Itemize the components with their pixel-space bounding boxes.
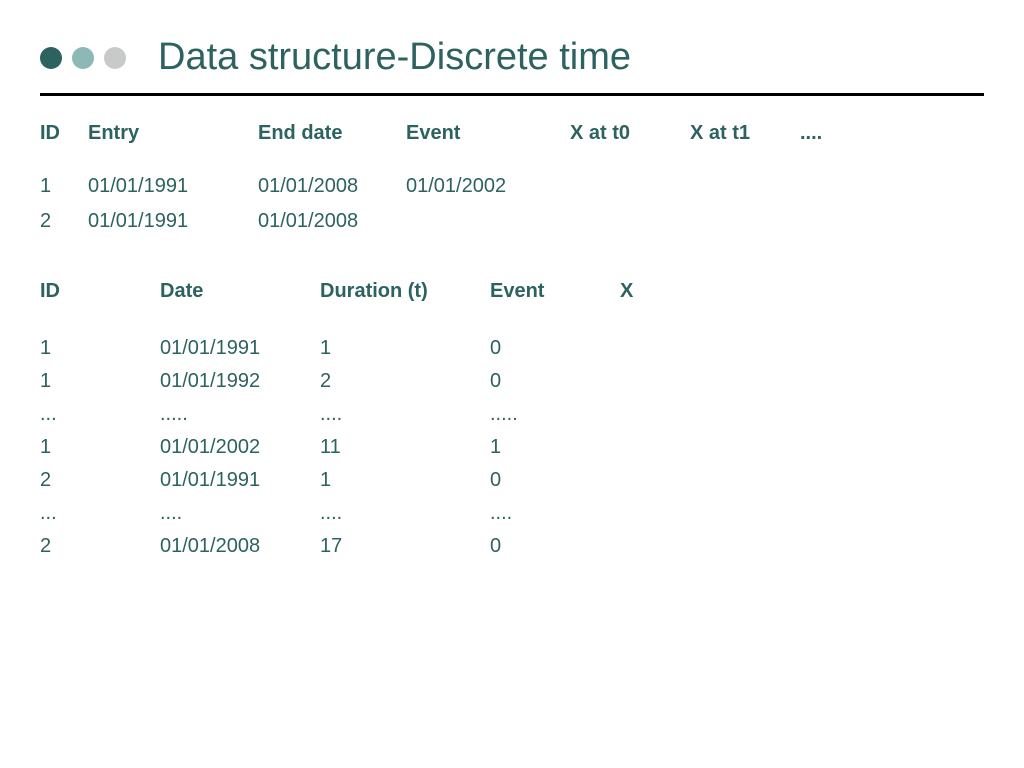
dot-icon <box>104 47 126 69</box>
cell <box>800 175 860 198</box>
table-row: 1 01/01/1992 2 0 <box>40 365 984 398</box>
cell <box>570 210 690 233</box>
table-row: 2 01/01/1991 1 0 <box>40 464 984 497</box>
cell: 01/01/1991 <box>88 210 258 233</box>
cell: ... <box>40 403 160 426</box>
cell: 1 <box>40 370 160 393</box>
cell: 01/01/1991 <box>160 469 320 492</box>
cell: 1 <box>40 337 160 360</box>
cell <box>620 469 680 492</box>
cell: 1 <box>40 175 88 198</box>
cell: 2 <box>40 469 160 492</box>
cell: 01/01/1991 <box>88 175 258 198</box>
cell: 1 <box>320 337 490 360</box>
table-long-format: ID Date Duration (t) Event X 1 01/01/199… <box>40 275 984 563</box>
table-row: 2 01/01/1991 01/01/2008 <box>40 204 984 239</box>
cell: .... <box>160 502 320 525</box>
table-header-row: ID Entry End date Event X at t0 X at t1 … <box>40 116 984 151</box>
cell: 01/01/2002 <box>406 175 570 198</box>
col-header: Entry <box>88 122 258 145</box>
col-header: X at t0 <box>570 122 690 145</box>
table-row: 1 01/01/2002 11 1 <box>40 431 984 464</box>
col-header: Date <box>160 280 320 303</box>
col-header: ID <box>40 280 160 303</box>
cell: 01/01/2008 <box>258 175 406 198</box>
cell: 11 <box>320 436 490 459</box>
cell: .... <box>320 502 490 525</box>
table-row: ... ..... .... ..... <box>40 398 984 431</box>
cell: 01/01/2008 <box>258 210 406 233</box>
cell: 01/01/2008 <box>160 535 320 558</box>
table-row: 1 01/01/1991 01/01/2008 01/01/2002 <box>40 169 984 204</box>
cell <box>620 502 680 525</box>
cell: 01/01/2002 <box>160 436 320 459</box>
cell: 1 <box>490 436 620 459</box>
cell: 01/01/1991 <box>160 337 320 360</box>
cell <box>800 210 860 233</box>
table-header-row: ID Date Duration (t) Event X <box>40 275 984 308</box>
cell: 1 <box>40 436 160 459</box>
cell <box>620 403 680 426</box>
cell: 2 <box>40 535 160 558</box>
col-header: X at t1 <box>690 122 800 145</box>
cell: 2 <box>40 210 88 233</box>
cell: ..... <box>490 403 620 426</box>
cell: 0 <box>490 535 620 558</box>
cell <box>406 210 570 233</box>
cell <box>690 210 800 233</box>
cell: 0 <box>490 337 620 360</box>
cell: 0 <box>490 469 620 492</box>
col-header: End date <box>258 122 406 145</box>
cell: 1 <box>320 469 490 492</box>
slide-title: Data structure-Discrete time <box>158 36 631 79</box>
cell <box>570 175 690 198</box>
cell <box>620 535 680 558</box>
cell: 01/01/1992 <box>160 370 320 393</box>
col-header: Event <box>490 280 620 303</box>
table-row: 2 01/01/2008 17 0 <box>40 530 984 563</box>
table-wide-format: ID Entry End date Event X at t0 X at t1 … <box>40 116 984 239</box>
col-header: X <box>620 280 680 303</box>
slide-header: Data structure-Discrete time <box>40 36 984 96</box>
cell: ... <box>40 502 160 525</box>
table-row: 1 01/01/1991 1 0 <box>40 332 984 365</box>
table-row: ... .... .... .... <box>40 497 984 530</box>
col-header: ID <box>40 122 88 145</box>
cell <box>620 436 680 459</box>
cell: .... <box>490 502 620 525</box>
cell: ..... <box>160 403 320 426</box>
cell <box>620 370 680 393</box>
cell <box>690 175 800 198</box>
cell <box>620 337 680 360</box>
decorative-dots <box>40 47 126 69</box>
dot-icon <box>40 47 62 69</box>
cell: 2 <box>320 370 490 393</box>
cell: .... <box>320 403 490 426</box>
col-header: Event <box>406 122 570 145</box>
dot-icon <box>72 47 94 69</box>
col-header: Duration (t) <box>320 280 490 303</box>
cell: 17 <box>320 535 490 558</box>
cell: 0 <box>490 370 620 393</box>
col-header: .... <box>800 122 860 145</box>
